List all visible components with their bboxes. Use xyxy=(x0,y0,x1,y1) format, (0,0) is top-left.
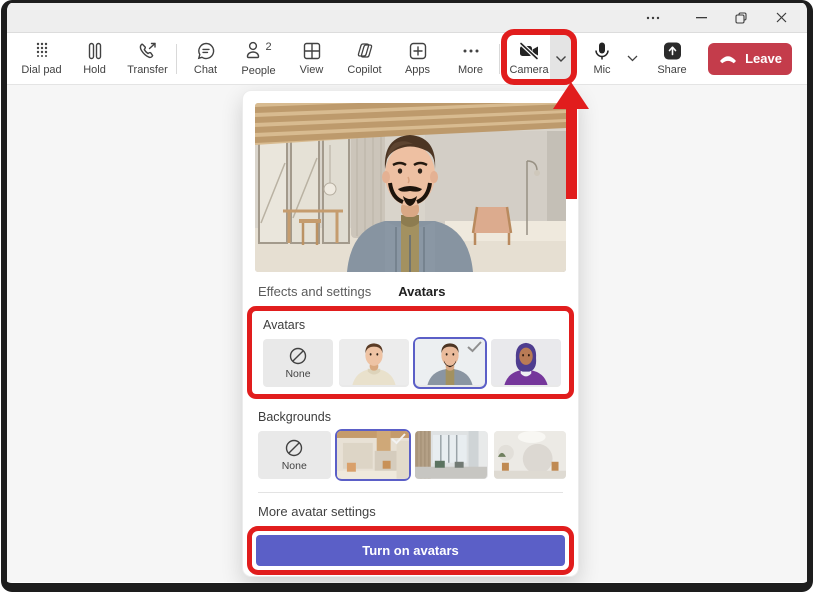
backgrounds-section-title: Backgrounds xyxy=(255,410,566,424)
more-label: More xyxy=(458,64,483,76)
leave-button[interactable]: Leave xyxy=(708,43,792,75)
copilot-icon xyxy=(354,41,376,61)
call-toolbar: Dial pad Hold Transfer Chat xyxy=(7,33,807,85)
avatar-woman-hijab-thumbnail xyxy=(491,339,561,385)
view-button[interactable]: View xyxy=(285,35,338,83)
copilot-button[interactable]: Copilot xyxy=(338,35,391,83)
minimize-button[interactable] xyxy=(681,5,721,31)
dial-pad-button[interactable]: Dial pad xyxy=(15,35,68,83)
apps-button[interactable]: Apps xyxy=(391,35,444,83)
none-icon xyxy=(288,346,308,366)
mic-split-button: Mic xyxy=(581,35,642,83)
avatar-tile-man-beard[interactable] xyxy=(415,339,485,387)
avatar-tile-woman-hijab[interactable] xyxy=(491,339,561,387)
camera-settings-popover: Effects and settings Avatars Avatars Non… xyxy=(242,90,579,577)
background-tile-none[interactable]: None xyxy=(258,431,331,479)
annotation-box-turn-on-button: Turn on avatars xyxy=(247,526,574,575)
mic-dropdown-chevron[interactable] xyxy=(623,39,642,79)
avatar-tile-row: None xyxy=(260,339,561,387)
copilot-label: Copilot xyxy=(347,64,381,76)
leave-label: Leave xyxy=(745,51,782,66)
toolbar-divider xyxy=(499,44,500,74)
tab-avatars[interactable]: Avatars xyxy=(398,284,445,299)
more-icon xyxy=(462,41,480,61)
chevron-down-icon xyxy=(627,55,638,62)
background-none-label: None xyxy=(282,460,307,472)
settings-tabs: Effects and settings Avatars xyxy=(255,284,566,299)
mic-icon xyxy=(593,41,611,61)
hold-label: Hold xyxy=(83,64,106,76)
background-tile-row: None xyxy=(255,431,566,479)
title-bar xyxy=(7,3,807,33)
hold-button[interactable]: Hold xyxy=(68,35,121,83)
dial-pad-icon xyxy=(32,41,52,61)
mic-label: Mic xyxy=(593,64,610,76)
camera-dropdown-chevron[interactable] xyxy=(550,35,571,83)
avatar-man-light-thumbnail xyxy=(339,339,409,385)
avatar-tile-man-light[interactable] xyxy=(339,339,409,387)
none-icon xyxy=(284,438,304,458)
apps-icon xyxy=(408,41,428,61)
chevron-down-icon xyxy=(555,55,567,63)
turn-on-avatars-button[interactable]: Turn on avatars xyxy=(256,535,565,566)
avatar-tile-none[interactable]: None xyxy=(263,339,333,387)
share-label: Share xyxy=(657,64,686,76)
selected-check-icon xyxy=(390,432,407,445)
background-tile-office[interactable] xyxy=(415,431,488,479)
background-office-thumbnail xyxy=(415,431,487,479)
avatars-section-title: Avatars xyxy=(260,318,561,332)
more-button[interactable]: More xyxy=(444,35,497,83)
avatar-preview-video xyxy=(255,103,566,272)
people-label: People xyxy=(241,65,275,77)
chat-icon xyxy=(196,41,216,61)
people-count-badge: 2 xyxy=(265,41,271,53)
chat-label: Chat xyxy=(194,64,217,76)
section-divider xyxy=(258,492,563,493)
selected-check-icon xyxy=(466,340,483,353)
camera-button[interactable]: Camera xyxy=(508,35,550,83)
meeting-stage: Effects and settings Avatars Avatars Non… xyxy=(7,85,807,582)
transfer-label: Transfer xyxy=(127,64,168,76)
phone-hangup-icon xyxy=(718,54,738,64)
camera-off-icon xyxy=(518,41,540,61)
window-more-icon[interactable] xyxy=(633,5,673,31)
restore-button[interactable] xyxy=(721,5,761,31)
hold-icon xyxy=(85,41,105,61)
avatar-none-label: None xyxy=(285,368,310,380)
people-icon xyxy=(245,40,263,60)
camera-split-button: Camera xyxy=(508,35,571,83)
share-icon xyxy=(661,41,683,61)
annotation-box-avatars-section: Avatars None xyxy=(247,306,574,399)
background-gallery-thumbnail xyxy=(494,431,566,479)
close-button[interactable] xyxy=(761,5,801,31)
view-label: View xyxy=(300,64,324,76)
transfer-button[interactable]: Transfer xyxy=(121,35,174,83)
mic-button[interactable]: Mic xyxy=(581,35,623,83)
toolbar-divider xyxy=(176,44,177,74)
teams-call-window: Dial pad Hold Transfer Chat xyxy=(1,0,813,592)
chat-button[interactable]: Chat xyxy=(179,35,232,83)
share-button[interactable]: Share xyxy=(648,35,696,83)
apps-label: Apps xyxy=(405,64,430,76)
more-avatar-settings-link[interactable]: More avatar settings xyxy=(258,504,566,519)
transfer-icon xyxy=(137,41,158,61)
background-tile-wooden-room[interactable] xyxy=(337,431,410,479)
camera-label: Camera xyxy=(509,64,548,76)
tab-effects-and-settings[interactable]: Effects and settings xyxy=(258,284,371,299)
dial-pad-label: Dial pad xyxy=(21,64,61,76)
background-tile-gallery[interactable] xyxy=(494,431,567,479)
people-button[interactable]: 2 People xyxy=(232,35,285,83)
view-icon xyxy=(302,41,322,61)
